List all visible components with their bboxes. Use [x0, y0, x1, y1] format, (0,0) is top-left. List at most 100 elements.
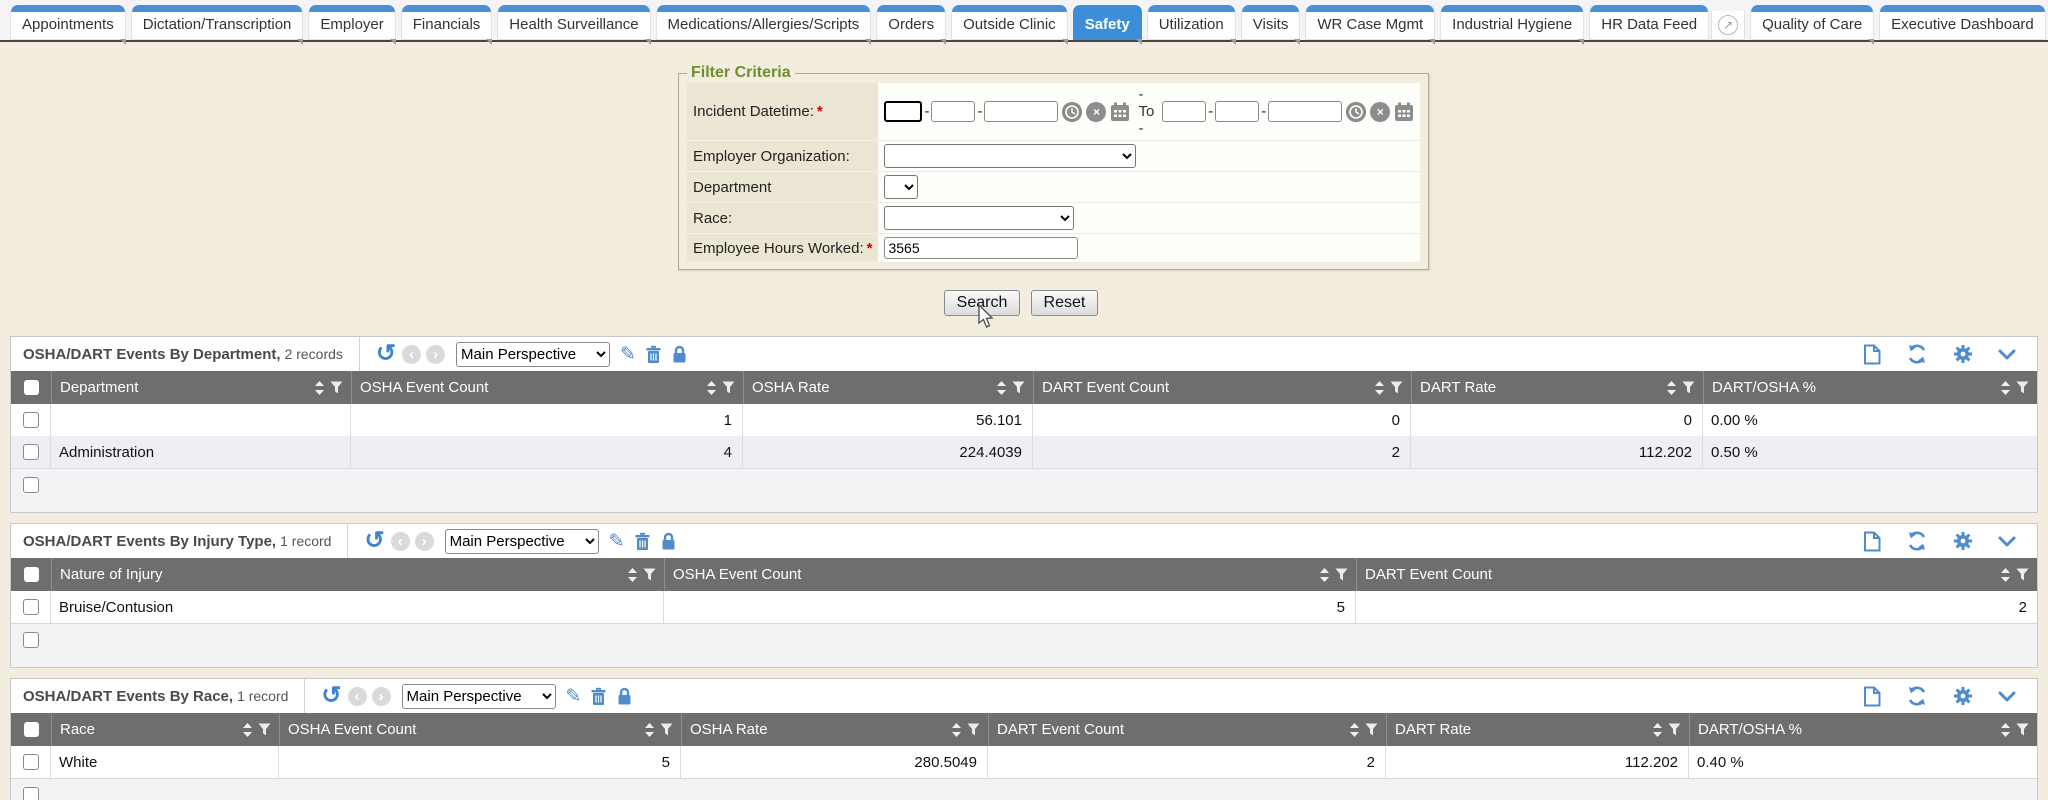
column-header[interactable]: DART/OSHA %	[1689, 713, 2037, 746]
undo-icon[interactable]: ↺	[364, 529, 384, 553]
row-checkbox[interactable]	[23, 412, 39, 428]
clear-date-icon[interactable]: ×	[1370, 102, 1390, 122]
perspective-select[interactable]: Main Perspective	[456, 342, 610, 367]
column-header[interactable]: OSHA Rate	[743, 371, 1033, 404]
filter-row-employer-organization: Employer Organization:	[687, 141, 1420, 172]
incident-from-day-input[interactable]	[931, 101, 975, 122]
column-header[interactable]: OSHA Event Count	[351, 371, 743, 404]
column-header[interactable]: Nature of Injury	[51, 558, 664, 591]
gear-icon[interactable]	[1953, 531, 1973, 551]
lock-icon[interactable]	[660, 532, 677, 551]
new-document-icon[interactable]	[1863, 531, 1881, 552]
new-document-icon[interactable]	[1863, 686, 1881, 707]
lock-icon[interactable]	[616, 687, 633, 706]
next-page-icon[interactable]: ›	[426, 345, 445, 364]
table-row[interactable]: Administration 4 224.4039 2 112.202 0.50…	[11, 436, 2037, 468]
race-select[interactable]	[884, 206, 1074, 230]
employee-hours-input[interactable]	[884, 237, 1078, 259]
clear-date-icon[interactable]: ×	[1086, 102, 1106, 122]
tab-employer[interactable]: Employer	[308, 5, 395, 40]
next-page-icon[interactable]: ›	[372, 687, 391, 706]
calendar-icon[interactable]	[1394, 102, 1414, 122]
column-header[interactable]: OSHA Event Count	[279, 713, 681, 746]
new-document-icon[interactable]	[1863, 344, 1881, 365]
table-row[interactable]: Bruise/Contusion 5 2	[11, 591, 2037, 623]
collapse-chevron-icon[interactable]	[1998, 349, 2016, 360]
perspective-select[interactable]: Main Perspective	[445, 529, 599, 554]
column-header[interactable]: DART Rate	[1386, 713, 1689, 746]
prev-page-icon[interactable]: ‹	[391, 532, 410, 551]
column-header[interactable]: DART Rate	[1411, 371, 1703, 404]
tab-industrial-hygiene[interactable]: Industrial Hygiene	[1440, 5, 1584, 40]
refresh-icon[interactable]	[1906, 686, 1928, 706]
table-cell: 0.40 %	[1689, 746, 2037, 778]
incident-from-year-input[interactable]	[984, 101, 1058, 122]
column-header[interactable]: DART Event Count	[1356, 558, 2037, 591]
select-all-checkbox[interactable]	[11, 558, 51, 591]
tab-dictation-transcription[interactable]: Dictation/Transcription	[131, 5, 304, 40]
tab-hr-data-feed[interactable]: HR Data Feed	[1589, 5, 1709, 40]
tab-financials[interactable]: Financials	[401, 5, 493, 40]
prev-page-icon[interactable]: ‹	[402, 345, 421, 364]
refresh-icon[interactable]	[1906, 344, 1928, 364]
tab-executive-dashboard[interactable]: Executive Dashboard	[1879, 5, 2046, 40]
row-checkbox[interactable]	[23, 754, 39, 770]
tab-visits[interactable]: Visits	[1241, 5, 1301, 40]
tab-orders[interactable]: Orders	[876, 5, 946, 40]
column-header[interactable]: DART Event Count	[988, 713, 1386, 746]
incident-to-day-input[interactable]	[1215, 101, 1259, 122]
column-header[interactable]: OSHA Rate	[681, 713, 988, 746]
refresh-icon[interactable]	[1906, 531, 1928, 551]
incident-from-month-input[interactable]	[884, 101, 922, 122]
edit-perspective-icon[interactable]: ✎	[620, 345, 636, 364]
required-asterisk: *	[817, 103, 823, 120]
delete-perspective-icon[interactable]	[645, 345, 662, 364]
footer-checkbox[interactable]	[23, 477, 39, 493]
calendar-icon[interactable]	[1110, 102, 1130, 122]
collapse-chevron-icon[interactable]	[1998, 691, 2016, 702]
perspective-select[interactable]: Main Perspective	[402, 684, 556, 709]
tab-medications-allergies-scripts[interactable]: Medications/Allergies/Scripts	[656, 5, 872, 40]
select-all-checkbox[interactable]	[11, 371, 51, 404]
employer-organization-select[interactable]	[884, 144, 1136, 168]
gear-icon[interactable]	[1953, 686, 1973, 706]
incident-to-month-input[interactable]	[1162, 101, 1206, 122]
department-select[interactable]	[884, 175, 918, 199]
search-button[interactable]: Search	[944, 290, 1021, 316]
incident-to-year-input[interactable]	[1268, 101, 1342, 122]
tab-quality-of-care[interactable]: Quality of Care	[1750, 5, 1874, 40]
row-checkbox[interactable]	[23, 444, 39, 460]
gear-icon[interactable]	[1953, 344, 1973, 364]
tab-appointments[interactable]: Appointments	[10, 5, 126, 40]
table-row[interactable]: 1 56.101 0 0 0.00 %	[11, 404, 2037, 436]
time-picker-icon[interactable]	[1062, 102, 1082, 122]
edit-perspective-icon[interactable]: ✎	[609, 532, 625, 551]
table-row[interactable]: White 5 280.5049 2 112.202 0.40 %	[11, 746, 2037, 778]
next-page-icon[interactable]: ›	[415, 532, 434, 551]
column-header[interactable]: Department	[51, 371, 351, 404]
tab-outside-clinic[interactable]: Outside Clinic	[951, 5, 1068, 40]
tab-utilization[interactable]: Utilization	[1147, 5, 1236, 40]
hr-data-feed-external-button[interactable]: ↗	[1711, 11, 1745, 40]
delete-perspective-icon[interactable]	[634, 532, 651, 551]
edit-perspective-icon[interactable]: ✎	[566, 687, 582, 706]
row-checkbox[interactable]	[23, 599, 39, 615]
footer-checkbox[interactable]	[23, 787, 39, 800]
tab-health-surveillance[interactable]: Health Surveillance	[497, 5, 650, 40]
column-header[interactable]: DART Event Count	[1033, 371, 1411, 404]
tab-safety[interactable]: Safety	[1073, 5, 1142, 40]
reset-button[interactable]: Reset	[1031, 290, 1099, 316]
footer-checkbox[interactable]	[23, 632, 39, 648]
column-header[interactable]: DART/OSHA %	[1703, 371, 2037, 404]
column-header[interactable]: Race	[51, 713, 279, 746]
undo-icon[interactable]: ↺	[376, 342, 396, 366]
time-picker-icon[interactable]	[1346, 102, 1366, 122]
column-header[interactable]: OSHA Event Count	[664, 558, 1356, 591]
delete-perspective-icon[interactable]	[590, 687, 607, 706]
prev-page-icon[interactable]: ‹	[348, 687, 367, 706]
select-all-checkbox[interactable]	[11, 713, 51, 746]
lock-icon[interactable]	[671, 345, 688, 364]
undo-icon[interactable]: ↺	[321, 684, 341, 708]
tab-wr-case-mgmt[interactable]: WR Case Mgmt	[1305, 5, 1435, 40]
collapse-chevron-icon[interactable]	[1998, 536, 2016, 547]
